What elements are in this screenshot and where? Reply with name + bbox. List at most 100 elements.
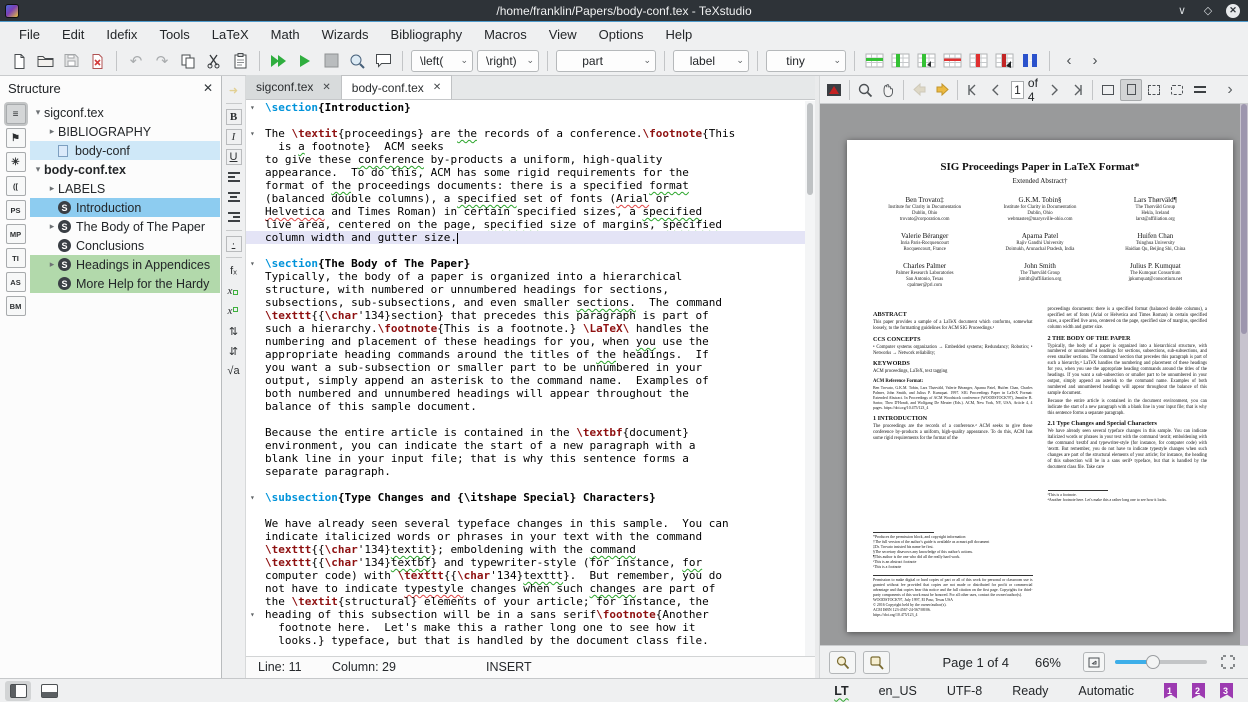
code-line[interactable]: looks.} typeface, but that is handled by…: [246, 634, 805, 647]
fit-width-icon[interactable]: [1097, 79, 1119, 101]
code-line[interactable]: ▾The \textit{proceedings} are the record…: [246, 127, 805, 140]
code-line[interactable]: the \textit{structural} elements of your…: [246, 595, 805, 608]
languagetool-indicator[interactable]: LT: [834, 684, 848, 698]
close-icon[interactable]: ✕: [1226, 4, 1240, 18]
menu-tools[interactable]: Tools: [148, 23, 200, 46]
menu-file[interactable]: File: [8, 23, 51, 46]
code-line[interactable]: subsections, sub-subsections, and even s…: [246, 296, 805, 309]
code-line[interactable]: format of the proceedings documents: the…: [246, 179, 805, 192]
code-line[interactable]: footnote here. Let's make this a rather …: [246, 621, 805, 634]
code-line[interactable]: [246, 478, 805, 491]
code-line[interactable]: Because the entire article is contained …: [246, 426, 805, 439]
collapse-panel-icon[interactable]: ›: [1219, 79, 1241, 101]
fold-marker-icon[interactable]: ▾: [250, 257, 255, 270]
page-number-input[interactable]: 1: [1011, 81, 1024, 99]
close-tab-icon[interactable]: ✕: [433, 82, 441, 93]
menu-view[interactable]: View: [538, 23, 588, 46]
underset-button-icon[interactable]: ⇅: [224, 321, 244, 341]
cut-column-button[interactable]: [991, 48, 1017, 74]
menu-math[interactable]: Math: [260, 23, 311, 46]
tab-body-conf[interactable]: body-conf.tex ✕: [342, 75, 452, 99]
code-line[interactable]: structure, with numbered or unnumbered h…: [246, 283, 805, 296]
code-line[interactable]: appearance. To do this, ACM has some rig…: [246, 166, 805, 179]
bookmark-flag-icon[interactable]: 2: [1192, 683, 1205, 699]
structure-item[interactable]: body-conf: [30, 141, 220, 160]
add-row-button[interactable]: [861, 48, 887, 74]
bookmark-flag-icon[interactable]: 1: [1164, 683, 1177, 699]
pdf-search-icon[interactable]: [854, 79, 876, 101]
expand-icon[interactable]: ▸: [46, 221, 58, 232]
code-line[interactable]: is a footnote} ACM seeks: [246, 140, 805, 153]
bold-button-icon[interactable]: B: [224, 107, 244, 127]
cut-button[interactable]: [201, 48, 227, 74]
fold-marker-icon[interactable]: ▾: [250, 101, 255, 114]
structure-item[interactable]: ▸SThe Body of The Paper: [30, 217, 220, 236]
code-line[interactable]: numbering and placement of these heading…: [246, 335, 805, 348]
reference-combo[interactable]: label⌄: [673, 50, 749, 72]
superscript-button-icon[interactable]: x: [224, 301, 244, 321]
code-line[interactable]: ▾\section{Introduction}: [246, 101, 805, 114]
view-button[interactable]: [292, 48, 318, 74]
code-line[interactable]: Helvetica and Times Roman) in certain sp…: [246, 205, 805, 218]
code-line[interactable]: [246, 504, 805, 517]
zoom-fit-icon[interactable]: [1083, 652, 1105, 672]
code-line[interactable]: live area, centered on the page, specifi…: [246, 218, 805, 231]
code-line[interactable]: [246, 114, 805, 127]
brackets-panel-icon[interactable]: ([: [6, 176, 26, 196]
code-line[interactable]: computer code) with \texttt{{\char'134}t…: [246, 569, 805, 582]
structure-item[interactable]: ▾body-conf.tex: [30, 160, 220, 179]
metapost-panel-icon[interactable]: MP: [6, 224, 26, 244]
code-line[interactable]: column width and gutter size.: [246, 231, 805, 244]
maximize-icon[interactable]: ◇: [1200, 3, 1216, 19]
overset-button-icon[interactable]: ⇵: [224, 341, 244, 361]
code-line[interactable]: [246, 413, 805, 426]
scrollbar-thumb[interactable]: [807, 103, 813, 195]
code-line[interactable]: both numbered and unnumbered headings wi…: [246, 387, 805, 400]
fit-zoom-icon[interactable]: [1166, 79, 1188, 101]
menu-latex[interactable]: LaTeX: [201, 23, 260, 46]
undo-icon[interactable]: ↶: [123, 48, 149, 74]
fit-page-icon[interactable]: [1120, 79, 1142, 101]
code-line[interactable]: such a hierarchy.\footnote{This is a foo…: [246, 322, 805, 335]
structure-item[interactable]: SIntroduction: [30, 198, 220, 217]
next-document-icon[interactable]: ›: [1082, 48, 1108, 74]
open-file-button[interactable]: [32, 48, 58, 74]
pdf-menu-icon[interactable]: [1189, 79, 1211, 101]
toggle-messages-panel-button[interactable]: [36, 681, 62, 701]
code-line[interactable]: [246, 244, 805, 257]
tab-sigconf[interactable]: sigconf.tex ✕: [246, 75, 342, 99]
structure-item[interactable]: ▸LABELS: [30, 179, 220, 198]
code-area[interactable]: ▾\section{Introduction} ▾The \textit{proc…: [246, 101, 805, 656]
expand-icon[interactable]: ▸: [46, 183, 58, 194]
language-mode[interactable]: Automatic: [1078, 684, 1134, 698]
code-line[interactable]: to give these conference by-products a u…: [246, 153, 805, 166]
fold-marker-icon[interactable]: ▾: [250, 491, 255, 504]
sectioning-combo[interactable]: part⌄: [556, 50, 656, 72]
toggle-structure-panel-button[interactable]: [5, 681, 31, 701]
code-line[interactable]: We have already seen several typeface ch…: [246, 517, 805, 530]
close-document-button[interactable]: [84, 48, 110, 74]
underline-button-icon[interactable]: U: [224, 147, 244, 167]
pdf-annotations-icon[interactable]: [823, 79, 845, 101]
menu-wizards[interactable]: Wizards: [311, 23, 380, 46]
magnifier-rect-icon[interactable]: [863, 651, 890, 674]
align-right-button-icon[interactable]: [224, 207, 244, 227]
stop-button[interactable]: [318, 48, 344, 74]
dot-accent-button-icon[interactable]: ·: [224, 234, 244, 254]
expand-icon[interactable]: ▸: [46, 259, 58, 270]
code-line[interactable]: ▾heading of this subsection will be in a…: [246, 608, 805, 621]
code-line[interactable]: ▾\section{The Body of The Paper}: [246, 257, 805, 270]
forward-icon[interactable]: [931, 79, 953, 101]
pan-hand-icon[interactable]: [877, 79, 899, 101]
code-line[interactable]: output, simply append an asterisk to the…: [246, 374, 805, 387]
paste-column-button[interactable]: [913, 48, 939, 74]
code-line[interactable]: indicate italicized words or phrases in …: [246, 530, 805, 543]
structure-item[interactable]: SMore Help for the Hardy: [30, 274, 220, 293]
structure-item[interactable]: ▸SHeadings in Appendices: [30, 255, 220, 274]
pdf-scroll-area[interactable]: SIG Proceedings Paper in LaTeX Format* E…: [820, 104, 1248, 645]
code-line[interactable]: ▾\subsection{Type Changes and {\itshape …: [246, 491, 805, 504]
back-icon[interactable]: [908, 79, 930, 101]
code-line[interactable]: separate paragraph.: [246, 465, 805, 478]
pstricks-panel-icon[interactable]: PS: [6, 200, 26, 220]
remove-column-button[interactable]: [965, 48, 991, 74]
